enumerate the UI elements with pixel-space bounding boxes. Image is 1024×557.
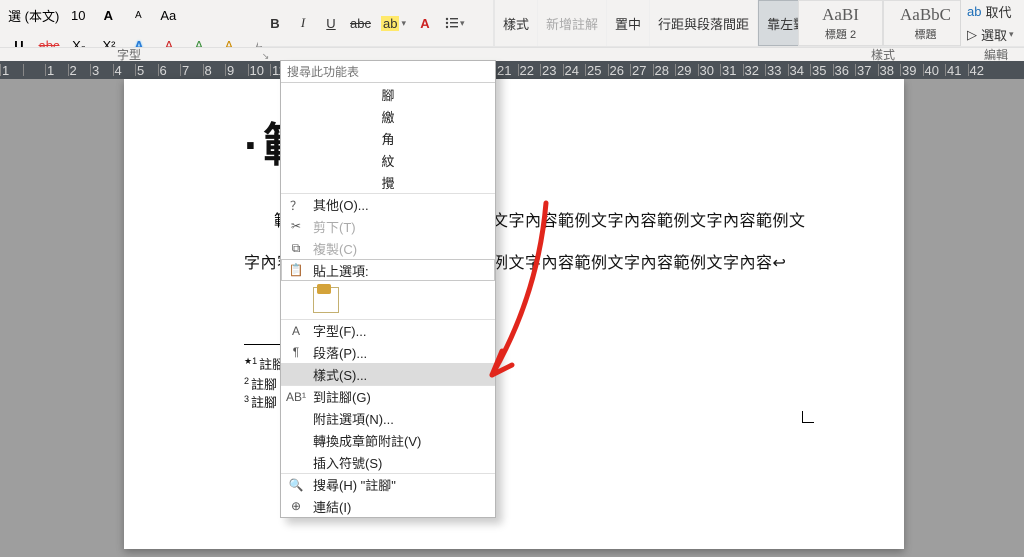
- paragraph-group: 樣式 新增註解 置中 行距與段落間距 靠左對齊: [495, 0, 797, 46]
- line-spacing-button[interactable]: 行距與段落間距: [650, 0, 758, 46]
- center-button[interactable]: 置中: [607, 0, 650, 46]
- page-corner-mark: [802, 411, 814, 423]
- menu-item-note-opt[interactable]: 附註選項(N)...: [281, 407, 495, 429]
- menu-item-insert-sym[interactable]: 插入符號(S): [281, 451, 495, 473]
- styles-button[interactable]: 樣式: [495, 0, 538, 46]
- menu-suggestion[interactable]: 角: [281, 127, 495, 149]
- menu-item-convert[interactable]: 轉換成章節附註(V): [281, 429, 495, 451]
- font-size-dropdown[interactable]: 10: [67, 8, 89, 23]
- document-workspace: 1123456789101112131415161718192021222324…: [0, 61, 1024, 557]
- menu-search-input[interactable]: [287, 65, 489, 79]
- font-format-group: B I U abc ab▾ A ▾: [258, 0, 493, 46]
- font-color-button[interactable]: A: [416, 16, 434, 31]
- footnote-1: ★1註腳: [244, 354, 285, 373]
- replace-button[interactable]: ab取代: [961, 0, 1024, 23]
- body-text-2: 例文字內容範例文字內容範例文字內容↩: [492, 249, 786, 273]
- change-case-button[interactable]: Aa: [157, 8, 179, 23]
- select-button[interactable]: ▷選取▾: [961, 23, 1024, 46]
- menu-item-goto-foot[interactable]: AB¹到註腳(G): [281, 385, 495, 407]
- menu-item-paste-label: 📋貼上選項:: [281, 259, 495, 281]
- menu-suggestion[interactable]: 紋: [281, 149, 495, 171]
- styles-gallery[interactable]: AaBI 標題 2 AaBbC 標題: [798, 0, 968, 46]
- body-text-1: 文字內容範例文字內容範例文字內容範例文: [492, 207, 806, 231]
- shrink-font-button[interactable]: A: [127, 10, 149, 21]
- menu-item-copy: ⧉複製(C): [281, 237, 495, 259]
- horizontal-ruler[interactable]: 1123456789101112131415161718192021222324…: [0, 61, 1024, 79]
- style-card-title[interactable]: AaBbC 標題: [883, 0, 968, 46]
- menu-item-link[interactable]: ⊕連結(I): [281, 495, 495, 517]
- menu-search[interactable]: [281, 61, 495, 83]
- paste-option-keep-source[interactable]: [281, 281, 495, 319]
- menu-item-font[interactable]: A字型(F)...: [281, 319, 495, 341]
- menu-suggestion[interactable]: 攪: [281, 171, 495, 193]
- font-name-dropdown[interactable]: 選 (本文): [8, 6, 59, 25]
- style-card-heading2[interactable]: AaBI 標題 2: [798, 0, 883, 46]
- bold-button[interactable]: B: [266, 16, 284, 31]
- highlight-button-2[interactable]: ab▾: [381, 16, 406, 31]
- new-comment-button[interactable]: 新增註解: [538, 0, 607, 46]
- menu-item-style[interactable]: 樣式(S)...: [281, 363, 495, 385]
- context-menu: 腳繳角紋攪 ？其他(O)...✂剪下(T)⧉複製(C)📋貼上選項: A字型(F).…: [280, 60, 496, 518]
- menu-suggestion[interactable]: 繳: [281, 105, 495, 127]
- underline-button-2[interactable]: U: [322, 16, 340, 31]
- menu-item-para[interactable]: ¶段落(P)...: [281, 341, 495, 363]
- document-page[interactable]: ·範 範 文字內容範例文字內容範例文字內容範例文 字內容 例文字內容範例文字內容…: [124, 79, 904, 549]
- menu-suggestion[interactable]: 腳: [281, 83, 495, 105]
- bullet-list-button[interactable]: ▾: [444, 16, 465, 30]
- grow-font-button[interactable]: A: [97, 8, 119, 23]
- menu-item-other[interactable]: ？其他(O)...: [281, 193, 495, 215]
- editing-group: ab取代 ▷選取▾: [960, 0, 1024, 46]
- menu-item-cut: ✂剪下(T): [281, 215, 495, 237]
- menu-item-search[interactable]: 🔍搜尋(H) "註腳": [281, 473, 495, 495]
- footnote-2: 2註腳: [244, 374, 277, 393]
- strike-button-2[interactable]: abc: [350, 16, 371, 31]
- footnote-3: 3註腳: [244, 392, 277, 411]
- italic-button[interactable]: I: [294, 15, 312, 31]
